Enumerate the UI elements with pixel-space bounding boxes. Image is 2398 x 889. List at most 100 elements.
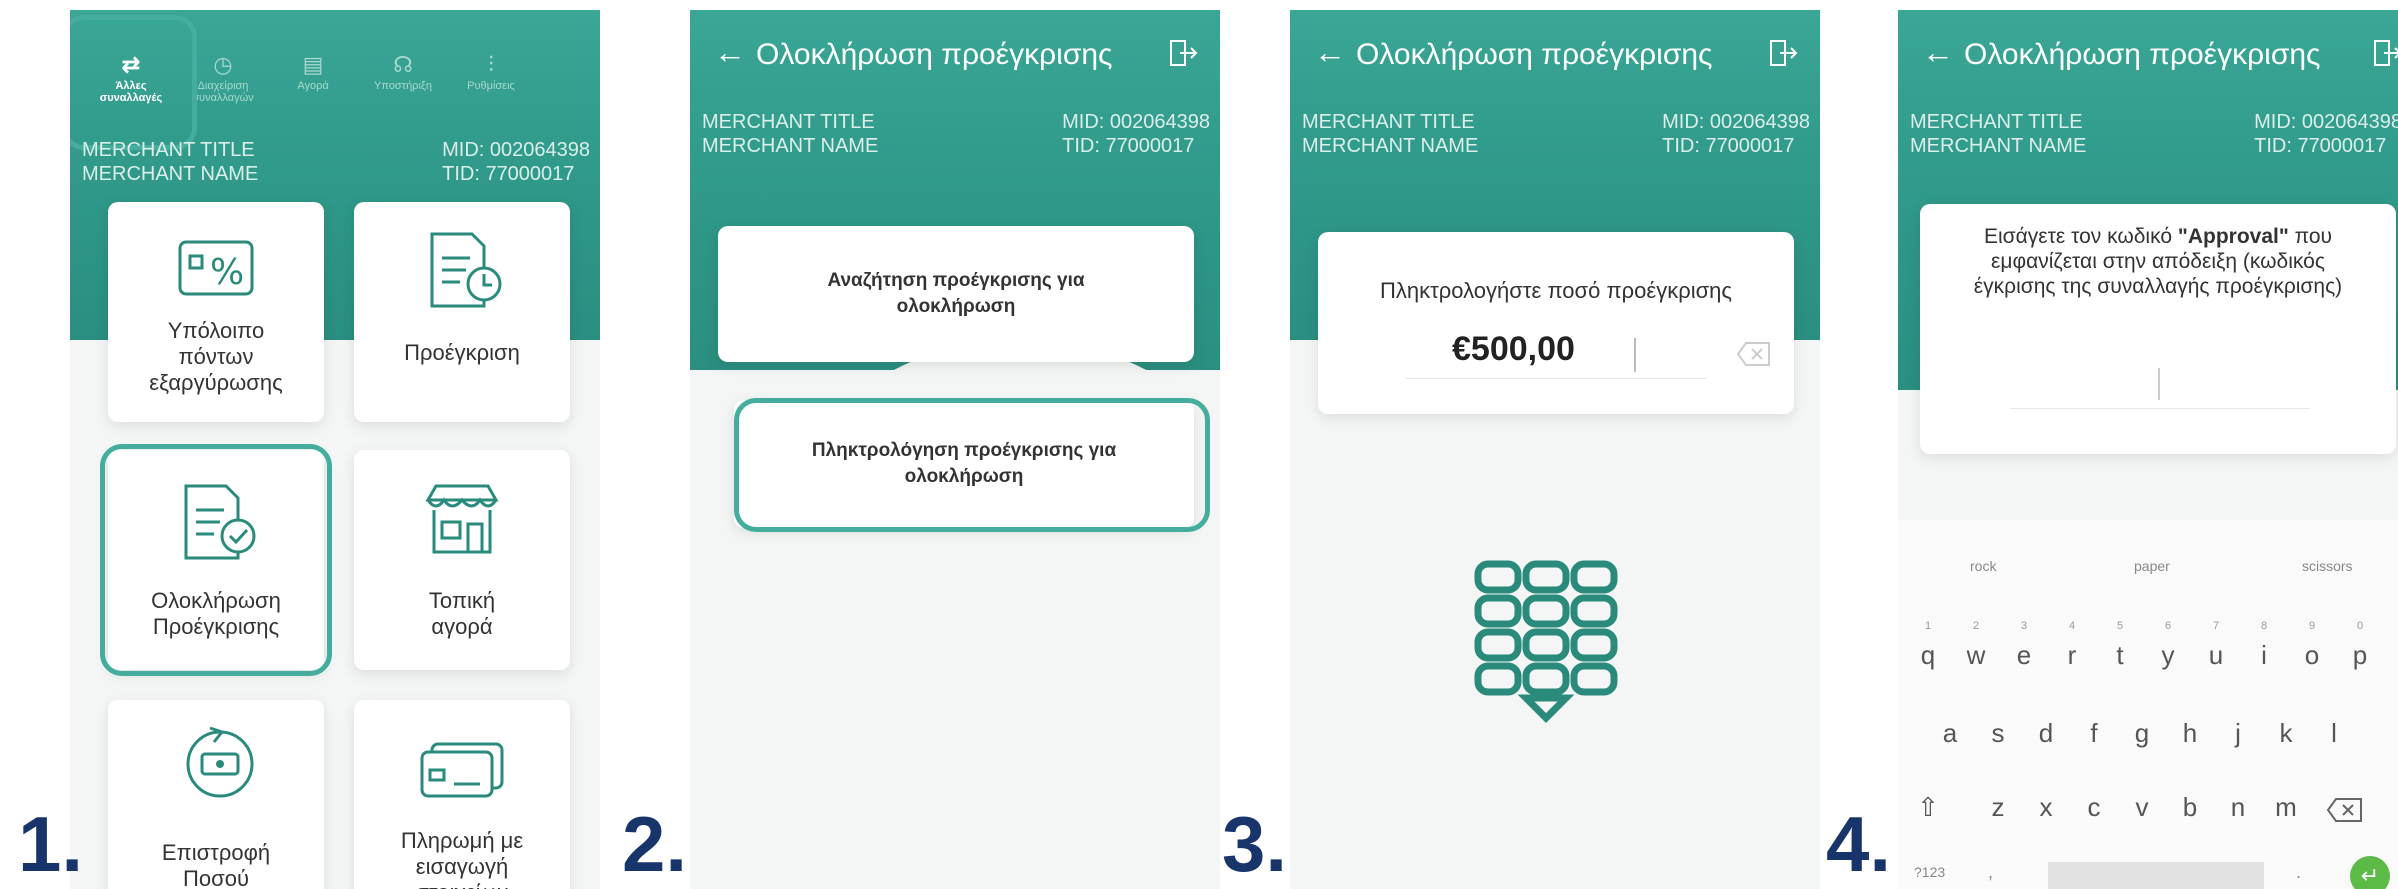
exit-icon[interactable]: [1768, 38, 1798, 68]
tid-label: TID: 77000017: [1662, 135, 1795, 157]
merchant-name: MERCHANT NAME: [82, 163, 259, 185]
symbols-key[interactable]: ?123: [1914, 864, 1945, 880]
key-y[interactable]: 6y: [2148, 620, 2188, 671]
key-s[interactable]: s: [1978, 718, 2018, 749]
exit-icon[interactable]: [1168, 38, 1198, 68]
tile-refund[interactable]: Επιστροφή Ποσού: [108, 700, 324, 889]
merchant-name: MERCHANT NAME: [1910, 135, 2087, 157]
step-number-4: 4.: [1826, 800, 1892, 888]
key-u[interactable]: 7u: [2196, 620, 2236, 671]
amount-prompt: Πληκτρολογήστε ποσό προέγκρισης: [1379, 278, 1733, 303]
key-o[interactable]: 9o: [2292, 620, 2332, 671]
tile-label: Επιστροφή Ποσού: [161, 840, 271, 889]
key-m[interactable]: m: [2266, 792, 2306, 823]
key-v[interactable]: v: [2122, 792, 2162, 823]
key-w[interactable]: 2w: [1956, 620, 1996, 671]
key-k[interactable]: k: [2266, 718, 2306, 749]
amount-value: €500,00: [1452, 330, 1575, 368]
tab-highlight-frame: [70, 15, 197, 150]
mid-label: MID: 002064398: [1062, 111, 1210, 133]
enter-key-icon[interactable]: ↵: [2350, 856, 2390, 889]
step-number-2: 2.: [622, 800, 688, 888]
comma-key[interactable]: ,: [1988, 862, 1993, 883]
tile-redeem-points-balance[interactable]: % Υπόλοιπο πόντων εξαργύρωσης: [108, 202, 324, 422]
key-j[interactable]: j: [2218, 718, 2258, 749]
amount-input[interactable]: €500,00: [1406, 328, 1706, 379]
screen-3: ← Ολοκλήρωση προέγκρισης MERCHANT TITLE M…: [1290, 10, 1820, 889]
tid-label: TID: 77000017: [442, 163, 575, 185]
step-number-1: 1.: [18, 800, 84, 888]
suggestion-scissors[interactable]: scissors: [2302, 558, 2353, 574]
key-f[interactable]: f: [2074, 718, 2114, 749]
suggestion-paper[interactable]: paper: [2134, 558, 2170, 574]
key-e[interactable]: 3e: [2004, 620, 2044, 671]
exit-icon[interactable]: [2372, 38, 2398, 68]
key-i[interactable]: 8i: [2244, 620, 2284, 671]
key-b[interactable]: b: [2170, 792, 2210, 823]
backspace-icon[interactable]: [2326, 796, 2364, 824]
merchant-title: MERCHANT TITLE: [1910, 111, 2083, 133]
approval-code-input[interactable]: [2010, 362, 2310, 409]
page-title: Ολοκλήρωση προέγκρισης: [1356, 38, 1713, 71]
option-label: Αναζήτηση προέγκρισης για ολοκλήρωση: [827, 270, 1085, 317]
back-arrow-icon[interactable]: ←: [1314, 34, 1346, 71]
shift-key-icon[interactable]: ⇧: [1908, 792, 1948, 823]
tid-label: TID: 77000017: [2254, 135, 2387, 157]
merchant-title: MERCHANT TITLE: [1302, 111, 1475, 133]
support-icon: ☊: [393, 52, 413, 77]
svg-text:%: %: [210, 252, 244, 293]
key-l[interactable]: l: [2314, 718, 2354, 749]
page-title: Ολοκλήρωση προέγκρισης: [756, 38, 1113, 71]
page-title: Ολοκλήρωση προέγκρισης: [1964, 38, 2321, 71]
tile-label: Τοπική αγορά: [428, 588, 496, 639]
backspace-icon[interactable]: [1736, 340, 1772, 368]
screen-1: ⇄ Άλλες συναλλαγές ◷ Διαχείριση συναλλαγ…: [70, 10, 600, 889]
period-key[interactable]: .: [2296, 862, 2301, 883]
key-a[interactable]: a: [1930, 718, 1970, 749]
key-r[interactable]: 4r: [2052, 620, 2092, 671]
merchant-name: MERCHANT NAME: [1302, 135, 1479, 157]
key-d[interactable]: d: [2026, 718, 2066, 749]
tab-settings[interactable]: ⫶ Ρυθμίσεις: [448, 32, 534, 112]
key-q[interactable]: 1q: [1908, 620, 1948, 671]
title-bar: ← Ολοκλήρωση προέγκρισης: [690, 28, 1220, 78]
document-clock-icon: [430, 232, 502, 308]
tile-preauthorization[interactable]: Προέγκριση: [354, 202, 570, 422]
key-t[interactable]: 5t: [2100, 620, 2140, 671]
key-c[interactable]: c: [2074, 792, 2114, 823]
search-preauth-option[interactable]: Αναζήτηση προέγκρισης για ολοκλήρωση: [718, 226, 1194, 362]
mid-label: MID: 002064398: [2254, 111, 2398, 133]
option-highlight-frame: [734, 398, 1210, 532]
key-p[interactable]: 0p: [2340, 620, 2380, 671]
title-bar: ← Ολοκλήρωση προέγκρισης: [1898, 28, 2398, 78]
space-bar[interactable]: [2048, 862, 2264, 889]
refund-icon: [186, 726, 254, 798]
tile-card-entry-payment[interactable]: Πληρωμή με εισαγωγή στοιχείων κάρτας: [354, 700, 570, 889]
key-h[interactable]: h: [2170, 718, 2210, 749]
onscreen-keyboard: rock paper scissors 1q 2w 3e 4r 5t 6y 7u…: [1898, 520, 2398, 889]
screen-2: ← Ολοκλήρωση προέγκρισης MERCHANT TITLE M…: [690, 10, 1220, 889]
tab-support[interactable]: ☊ Υποστήριξη: [360, 32, 446, 112]
merchant-title: MERCHANT TITLE: [702, 111, 875, 133]
mid-label: MID: 002064398: [1662, 111, 1810, 133]
key-z[interactable]: z: [1978, 792, 2018, 823]
back-arrow-icon[interactable]: ←: [1922, 34, 1954, 71]
key-x[interactable]: x: [2026, 792, 2066, 823]
key-g[interactable]: g: [2122, 718, 2162, 749]
keypad-icon: [1474, 560, 1618, 723]
suggestion-rock[interactable]: rock: [1970, 558, 1996, 574]
card-icon: [420, 742, 504, 798]
approval-prompt: Εισάγετε τον κωδικό "Approval" που εμφαν…: [1973, 225, 2343, 298]
back-arrow-icon[interactable]: ←: [714, 34, 746, 71]
amount-card: Πληκτρολογήστε ποσό προέγκρισης €500,00: [1318, 232, 1794, 414]
receipt-icon: ▤: [302, 52, 324, 77]
tab-purchase[interactable]: ▤ Αγορά: [270, 32, 356, 112]
mid-label: MID: 002064398: [442, 139, 590, 161]
settings-icon: ⫶: [488, 52, 494, 77]
tile-label: Υπόλοιπο πόντων εξαργύρωσης: [149, 318, 283, 395]
tile-label: Προέγκριση: [404, 340, 520, 365]
merchant-name: MERCHANT NAME: [702, 135, 879, 157]
tile-local-market[interactable]: Τοπική αγορά: [354, 450, 570, 670]
screen-4: ← Ολοκλήρωση προέγκρισης MERCHANT TITLE M…: [1898, 10, 2398, 889]
key-n[interactable]: n: [2218, 792, 2258, 823]
